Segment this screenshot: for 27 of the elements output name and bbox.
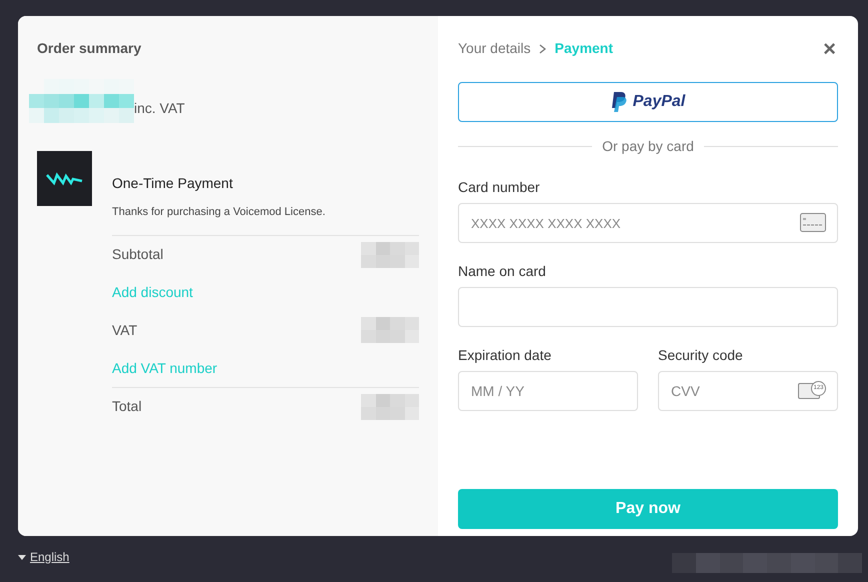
card-icon bbox=[800, 213, 826, 232]
field-label: Name on card bbox=[458, 262, 547, 281]
field-label: Expiration date bbox=[458, 346, 552, 365]
caret-icon bbox=[18, 554, 26, 560]
panel-title: Order summary bbox=[37, 39, 142, 58]
name-on-card-field[interactable] bbox=[458, 287, 838, 327]
card-number-field[interactable]: XXXX XXXX XXXX XXXX bbox=[458, 203, 838, 243]
field-label: Security code bbox=[658, 346, 744, 365]
paypal-button[interactable]: PayPal bbox=[458, 82, 838, 122]
chevron-icon bbox=[538, 44, 547, 54]
summary-label: Subtotal bbox=[112, 245, 164, 264]
blurred-amount bbox=[361, 242, 419, 268]
summary-label: VAT bbox=[112, 320, 138, 340]
breadcrumb-step[interactable]: Your details bbox=[458, 38, 531, 59]
product-description: Thanks for purchasing a Voicemod License. bbox=[112, 205, 326, 220]
blurred-amount bbox=[361, 394, 419, 420]
field-label: Card number bbox=[458, 178, 541, 197]
language-link[interactable]: English bbox=[18, 548, 70, 566]
summary-label: Total bbox=[112, 397, 142, 416]
blurred-amount bbox=[361, 317, 419, 343]
product-name: One-Time Payment bbox=[112, 174, 234, 193]
expiration-date-field[interactable]: MM / YY bbox=[458, 371, 638, 411]
divider-label: Or pay by card bbox=[602, 137, 694, 156]
price-suffix: inc. VAT bbox=[134, 98, 185, 118]
close-button[interactable]: × bbox=[823, 38, 836, 60]
app-logo bbox=[37, 151, 92, 206]
paypal-icon bbox=[610, 92, 627, 112]
